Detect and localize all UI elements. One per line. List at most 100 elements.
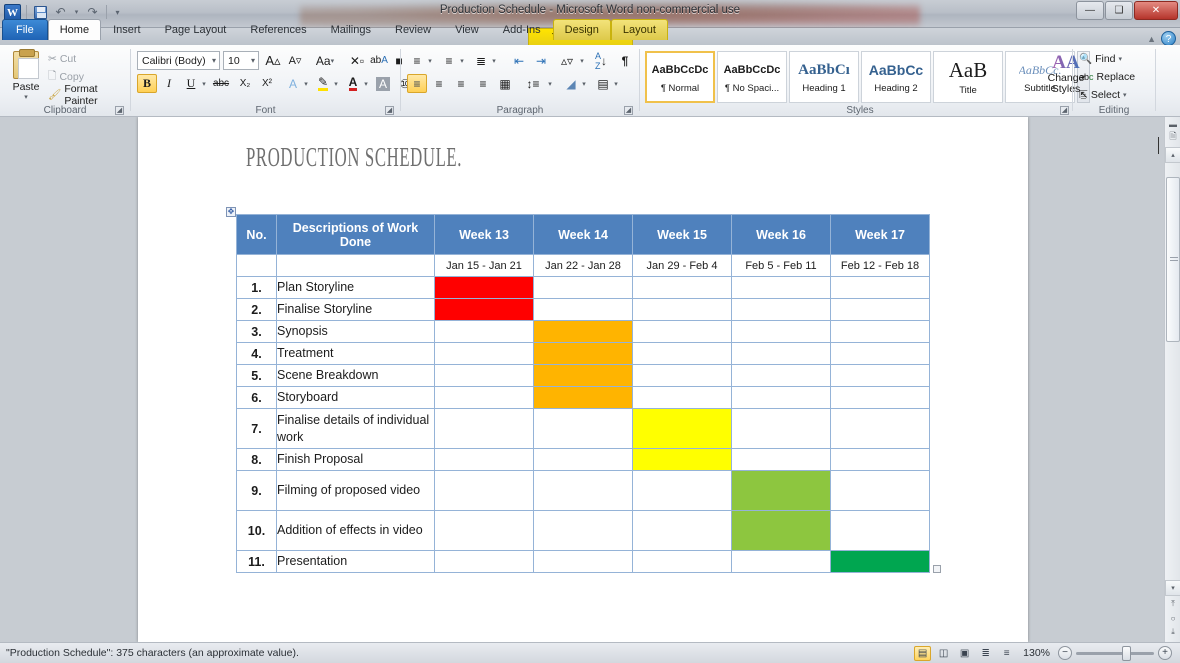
row-week-cell[interactable] (533, 550, 633, 573)
date-cell-week-15[interactable]: Jan 29 - Feb 4 (632, 254, 732, 277)
row-week-cell-filled[interactable] (632, 408, 732, 449)
draft-view-icon[interactable]: ≡ (998, 646, 1015, 661)
strikethrough-button[interactable]: abc (211, 74, 231, 93)
ribbon-tabs[interactable]: File Home Insert Page Layout References … (0, 18, 668, 40)
row-week-cell[interactable] (533, 470, 633, 511)
row-number[interactable]: 3. (236, 320, 277, 343)
styles-dialog-launcher[interactable]: ◢ (1060, 106, 1069, 115)
sort-icon[interactable]: ▵▿ (557, 51, 577, 70)
web-layout-view-icon[interactable]: ▣ (956, 646, 973, 661)
zoom-slider-track[interactable] (1076, 645, 1154, 661)
row-week-cell[interactable] (533, 448, 633, 471)
table-resize-handle[interactable] (933, 565, 941, 573)
font-dialog-launcher[interactable]: ◢ (385, 106, 394, 115)
row-number[interactable]: 7. (236, 408, 277, 449)
window-controls[interactable]: — ❑ ✕ (1076, 1, 1178, 20)
zoom-slider-thumb[interactable] (1122, 645, 1131, 661)
row-task-description[interactable]: Filming of proposed video (276, 470, 435, 511)
font-name-combo[interactable]: Calibri (Body) ▾ (137, 51, 220, 70)
tab-references[interactable]: References (238, 19, 318, 40)
numbering-dropdown-icon[interactable]: ▾ (457, 51, 467, 70)
row-number[interactable]: 5. (236, 364, 277, 387)
underline-button[interactable]: U (181, 74, 201, 93)
row-week-cell[interactable] (830, 364, 930, 387)
scrollbar-thumb[interactable] (1166, 177, 1180, 342)
row-week-cell-filled[interactable] (731, 510, 831, 551)
row-week-cell[interactable] (632, 510, 732, 551)
row-week-cell[interactable] (434, 386, 534, 409)
row-week-cell[interactable] (830, 386, 930, 409)
multilevel-dropdown-icon[interactable]: ▾ (489, 51, 499, 70)
row-task-description[interactable]: Finalise Storyline (276, 298, 435, 321)
row-task-description[interactable]: Synopsis (276, 320, 435, 343)
vertical-scrollbar[interactable]: ▬ 🗎 ▴ ▾ ⤒ ○ ⤓ (1164, 117, 1180, 642)
grow-font-icon[interactable]: A▵ (263, 51, 283, 70)
row-week-cell[interactable] (632, 386, 732, 409)
row-number[interactable]: 9. (236, 470, 277, 511)
status-right-controls[interactable]: ▤ ◫ ▣ ≣ ≡ 130% − + (914, 645, 1180, 661)
row-week-cell[interactable] (434, 550, 534, 573)
style-normal[interactable]: AaBbCcDc ¶ Normal (645, 51, 715, 103)
page-thumbnail-icon[interactable]: 🗎 (1167, 131, 1179, 143)
minimize-button[interactable]: — (1076, 1, 1104, 20)
paragraph-dialog-launcher[interactable]: ◢ (624, 106, 633, 115)
bold-button[interactable]: B (137, 74, 157, 93)
highlight-dropdown-icon[interactable]: ▾ (331, 74, 341, 93)
row-number[interactable]: 2. (236, 298, 277, 321)
row-week-cell-filled[interactable] (533, 320, 633, 343)
row-week-cell[interactable] (731, 364, 831, 387)
row-number[interactable]: 8. (236, 448, 277, 471)
row-week-cell[interactable] (632, 470, 732, 511)
zoom-out-button[interactable]: − (1058, 646, 1072, 660)
row-task-description[interactable]: Presentation (276, 550, 435, 573)
shrink-font-icon[interactable]: A▿ (285, 51, 305, 70)
style-no-spacing[interactable]: AaBbCcDc ¶ No Spaci... (717, 51, 787, 103)
font-name-chevron-down-icon[interactable]: ▾ (212, 56, 216, 65)
tab-insert[interactable]: Insert (101, 19, 153, 40)
row-task-description[interactable]: Finish Proposal (276, 448, 435, 471)
table-row[interactable]: 5. Scene Breakdown (236, 364, 930, 387)
tab-home[interactable]: Home (47, 19, 102, 40)
row-task-description[interactable]: Scene Breakdown (276, 364, 435, 387)
document-page[interactable]: PRODUCTION SCHEDULE. ✥ No. Descriptions … (138, 117, 1159, 642)
table-row[interactable]: 7. Finalise details of individual work (236, 408, 930, 449)
tab-file[interactable]: File (2, 19, 48, 40)
row-week-cell[interactable] (731, 276, 831, 299)
row-week-cell[interactable] (830, 510, 930, 551)
table-row[interactable]: 6. Storyboard (236, 386, 930, 409)
table-row[interactable]: 3. Synopsis (236, 320, 930, 343)
clear-formatting-icon[interactable]: ✕▫ (347, 51, 367, 70)
find-dropdown-icon[interactable]: ▾ (1119, 55, 1123, 63)
print-layout-view-icon[interactable]: ▤ (914, 645, 932, 661)
underline-dropdown-icon[interactable]: ▾ (199, 74, 209, 93)
line-spacing-dropdown-icon[interactable]: ▾ (545, 74, 555, 93)
row-week-cell-filled[interactable] (434, 298, 534, 321)
date-cell-no[interactable] (236, 254, 277, 277)
row-number[interactable]: 4. (236, 342, 277, 365)
row-week-cell-filled[interactable] (731, 470, 831, 511)
row-week-cell[interactable] (434, 408, 534, 449)
subscript-button[interactable]: X₂ (235, 74, 255, 93)
italic-button[interactable]: I (159, 74, 179, 93)
row-week-cell-filled[interactable] (533, 364, 633, 387)
row-week-cell-filled[interactable] (632, 448, 732, 471)
row-week-cell-filled[interactable] (533, 342, 633, 365)
scroll-down-button[interactable]: ▾ (1165, 580, 1180, 596)
row-number[interactable]: 6. (236, 386, 277, 409)
ribbon-help-controls[interactable]: ▲ ? (1147, 31, 1176, 46)
row-week-cell[interactable] (731, 386, 831, 409)
table-row[interactable]: 8. Finish Proposal (236, 448, 930, 471)
date-cell-week-14[interactable]: Jan 22 - Jan 28 (533, 254, 633, 277)
row-week-cell[interactable] (632, 276, 732, 299)
align-right-button[interactable]: ≡ (451, 74, 471, 93)
table-row[interactable]: 9. Filming of proposed video (236, 470, 930, 511)
tab-mailings[interactable]: Mailings (319, 19, 383, 40)
style-title[interactable]: AaB Title (933, 51, 1003, 103)
bullets-icon[interactable]: ≡ (407, 51, 427, 70)
row-week-cell[interactable] (731, 298, 831, 321)
row-task-description[interactable]: Addition of effects in video (276, 510, 435, 551)
cut-button[interactable]: ✂ Cut (48, 50, 76, 67)
row-week-cell[interactable] (830, 298, 930, 321)
row-week-cell[interactable] (830, 320, 930, 343)
highlight-color-icon[interactable]: ✎ (313, 74, 333, 93)
